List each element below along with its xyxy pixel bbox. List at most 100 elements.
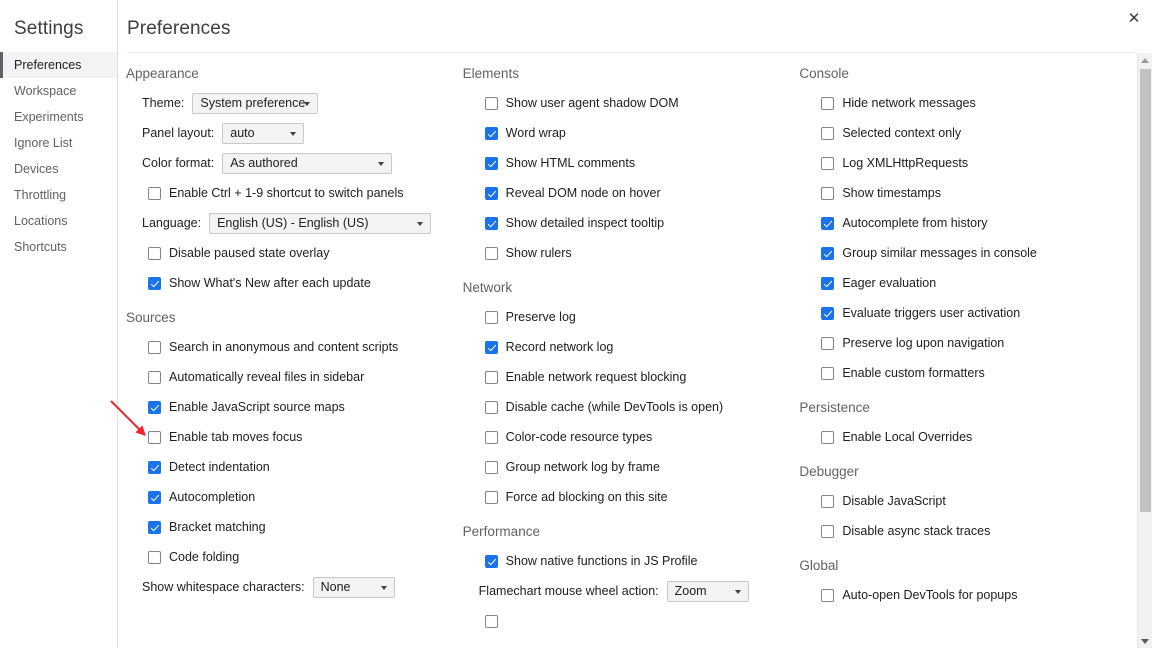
- checkbox-row-color-code-resource-types[interactable]: Color-code resource types: [459, 422, 792, 452]
- checkbox-checked-icon[interactable]: [484, 216, 498, 230]
- checkbox-unchecked-icon[interactable]: [821, 126, 835, 140]
- checkbox-unchecked-icon[interactable]: [148, 246, 161, 260]
- scroll-down-arrow-icon[interactable]: [1138, 634, 1152, 648]
- checkbox-row-word-wrap[interactable]: Word wrap: [459, 118, 792, 148]
- checkbox-unchecked-icon[interactable]: [484, 96, 498, 110]
- checkbox-checked-icon[interactable]: [821, 306, 835, 320]
- select-panel-layout[interactable]: auto: [222, 122, 305, 144]
- checkbox-checked-icon[interactable]: [148, 276, 161, 290]
- checkbox-unchecked-icon[interactable]: [148, 370, 161, 384]
- checkbox-row-show-html-comments[interactable]: Show HTML comments: [459, 148, 792, 178]
- scrollbar-thumb[interactable]: [1140, 69, 1151, 512]
- checkbox-unchecked-icon[interactable]: [484, 460, 498, 474]
- checkbox-checked-icon[interactable]: [484, 126, 498, 140]
- checkbox-unchecked-icon[interactable]: [821, 366, 835, 380]
- checkbox-unchecked-icon[interactable]: [148, 340, 161, 354]
- checkbox-row-bracket-matching[interactable]: Bracket matching: [122, 512, 455, 542]
- checkbox-checked-icon[interactable]: [148, 460, 161, 474]
- checkbox-row-eager-evaluation[interactable]: Eager evaluation: [795, 268, 1128, 298]
- checkbox-row-row[interactable]: [459, 606, 792, 636]
- checkbox-row-hide-network-messages[interactable]: Hide network messages: [795, 88, 1128, 118]
- checkbox-unchecked-icon[interactable]: [484, 310, 498, 324]
- checkbox-row-log-xmlhttprequests[interactable]: Log XMLHttpRequests: [795, 148, 1128, 178]
- checkbox-unchecked-icon[interactable]: [821, 156, 835, 170]
- select-show-whitespace-characters[interactable]: None: [312, 576, 395, 598]
- checkbox-row-show-detailed-inspect-tooltip[interactable]: Show detailed inspect tooltip: [459, 208, 792, 238]
- checkbox-checked-icon[interactable]: [148, 400, 161, 414]
- checkbox-row-group-network-log-by-frame[interactable]: Group network log by frame: [459, 452, 792, 482]
- checkbox-row-preserve-log-upon-navigation[interactable]: Preserve log upon navigation: [795, 328, 1128, 358]
- checkbox-row-enable-custom-formatters[interactable]: Enable custom formatters: [795, 358, 1128, 388]
- sidebar-item-ignore-list[interactable]: Ignore List: [0, 130, 117, 156]
- checkbox-checked-icon[interactable]: [148, 490, 161, 504]
- checkbox-unchecked-icon[interactable]: [484, 400, 498, 414]
- checkbox-row-selected-context-only[interactable]: Selected context only: [795, 118, 1128, 148]
- checkbox-row-reveal-dom-node-on-hover[interactable]: Reveal DOM node on hover: [459, 178, 792, 208]
- sidebar-item-workspace[interactable]: Workspace: [0, 78, 117, 104]
- vertical-scrollbar[interactable]: [1137, 53, 1152, 648]
- checkbox-row-disable-javascript[interactable]: Disable JavaScript: [795, 486, 1128, 516]
- checkbox-unchecked-icon[interactable]: [821, 494, 835, 508]
- checkbox-row-show-native-functions-in-js-profile[interactable]: Show native functions in JS Profile: [459, 546, 792, 576]
- select-flamechart-mouse-wheel-action[interactable]: Zoom: [666, 580, 749, 602]
- checkbox-unchecked-icon[interactable]: [148, 430, 161, 444]
- checkbox-row-auto-open-devtools-for-popups[interactable]: Auto-open DevTools for popups: [795, 580, 1128, 610]
- checkbox-row-enable-tab-moves-focus[interactable]: Enable tab moves focus: [122, 422, 455, 452]
- checkbox-row-disable-async-stack-traces[interactable]: Disable async stack traces: [795, 516, 1128, 546]
- select-language[interactable]: English (US) - English (US): [209, 212, 432, 234]
- checkbox-checked-icon[interactable]: [484, 340, 498, 354]
- checkbox-unchecked-icon[interactable]: [821, 96, 835, 110]
- checkbox-row-automatically-reveal-files-in-sidebar[interactable]: Automatically reveal files in sidebar: [122, 362, 455, 392]
- sidebar-item-throttling[interactable]: Throttling: [0, 182, 117, 208]
- checkbox-checked-icon[interactable]: [484, 186, 498, 200]
- checkbox-row-preserve-log[interactable]: Preserve log: [459, 302, 792, 332]
- select-theme[interactable]: System preference: [192, 92, 319, 114]
- sidebar-item-locations[interactable]: Locations: [0, 208, 117, 234]
- sidebar-item-experiments[interactable]: Experiments: [0, 104, 117, 130]
- checkbox-unchecked-icon[interactable]: [484, 490, 498, 504]
- checkbox-row-evaluate-triggers-user-activation[interactable]: Evaluate triggers user activation: [795, 298, 1128, 328]
- checkbox-checked-icon[interactable]: [484, 554, 498, 568]
- checkbox-row-enable-ctrl-1-9-shortcut-to-switch-panels[interactable]: Enable Ctrl + 1-9 shortcut to switch pan…: [122, 178, 455, 208]
- checkbox-unchecked-icon[interactable]: [484, 430, 498, 444]
- checkbox-row-enable-network-request-blocking[interactable]: Enable network request blocking: [459, 362, 792, 392]
- checkbox-row-show-rulers[interactable]: Show rulers: [459, 238, 792, 268]
- checkbox-unchecked-icon[interactable]: [148, 186, 161, 200]
- checkbox-row-detect-indentation[interactable]: Detect indentation: [122, 452, 455, 482]
- sidebar-item-preferences[interactable]: Preferences: [0, 52, 117, 78]
- select-value: As authored: [230, 155, 298, 170]
- sidebar-item-shortcuts[interactable]: Shortcuts: [0, 234, 117, 260]
- checkbox-row-search-in-anonymous-and-content-scripts[interactable]: Search in anonymous and content scripts: [122, 332, 455, 362]
- checkbox-unchecked-icon[interactable]: [821, 430, 835, 444]
- checkbox-checked-icon[interactable]: [821, 276, 835, 290]
- checkbox-unchecked-icon[interactable]: [484, 246, 498, 260]
- select-color-format[interactable]: As authored: [222, 152, 393, 174]
- checkbox-row-enable-local-overrides[interactable]: Enable Local Overrides: [795, 422, 1128, 452]
- checkbox-unchecked-icon[interactable]: [148, 550, 161, 564]
- section-title-console: Console: [799, 66, 849, 81]
- checkbox-row-show-what-s-new-after-each-update[interactable]: Show What's New after each update: [122, 268, 455, 298]
- checkbox-row-show-user-agent-shadow-dom[interactable]: Show user agent shadow DOM: [459, 88, 792, 118]
- checkbox-checked-icon[interactable]: [821, 216, 835, 230]
- checkbox-row-disable-cache-while-devtools-is-open[interactable]: Disable cache (while DevTools is open): [459, 392, 792, 422]
- checkbox-row-code-folding[interactable]: Code folding: [122, 542, 455, 572]
- checkbox-row-show-timestamps[interactable]: Show timestamps: [795, 178, 1128, 208]
- checkbox-checked-icon[interactable]: [148, 520, 161, 534]
- checkbox-unchecked-icon[interactable]: [821, 588, 835, 602]
- checkbox-row-group-similar-messages-in-console[interactable]: Group similar messages in console: [795, 238, 1128, 268]
- checkbox-checked-icon[interactable]: [484, 156, 498, 170]
- checkbox-row-force-ad-blocking-on-this-site[interactable]: Force ad blocking on this site: [459, 482, 792, 512]
- checkbox-checked-icon[interactable]: [821, 246, 835, 260]
- scroll-up-arrow-icon[interactable]: [1138, 53, 1152, 67]
- sidebar-item-devices[interactable]: Devices: [0, 156, 117, 182]
- checkbox-unchecked-icon[interactable]: [484, 614, 498, 628]
- checkbox-unchecked-icon[interactable]: [821, 336, 835, 350]
- checkbox-unchecked-icon[interactable]: [821, 524, 835, 538]
- checkbox-unchecked-icon[interactable]: [821, 186, 835, 200]
- checkbox-row-enable-javascript-source-maps[interactable]: Enable JavaScript source maps: [122, 392, 455, 422]
- checkbox-row-autocompletion[interactable]: Autocompletion: [122, 482, 455, 512]
- checkbox-unchecked-icon[interactable]: [484, 370, 498, 384]
- checkbox-row-disable-paused-state-overlay[interactable]: Disable paused state overlay: [122, 238, 455, 268]
- checkbox-row-record-network-log[interactable]: Record network log: [459, 332, 792, 362]
- checkbox-row-autocomplete-from-history[interactable]: Autocomplete from history: [795, 208, 1128, 238]
